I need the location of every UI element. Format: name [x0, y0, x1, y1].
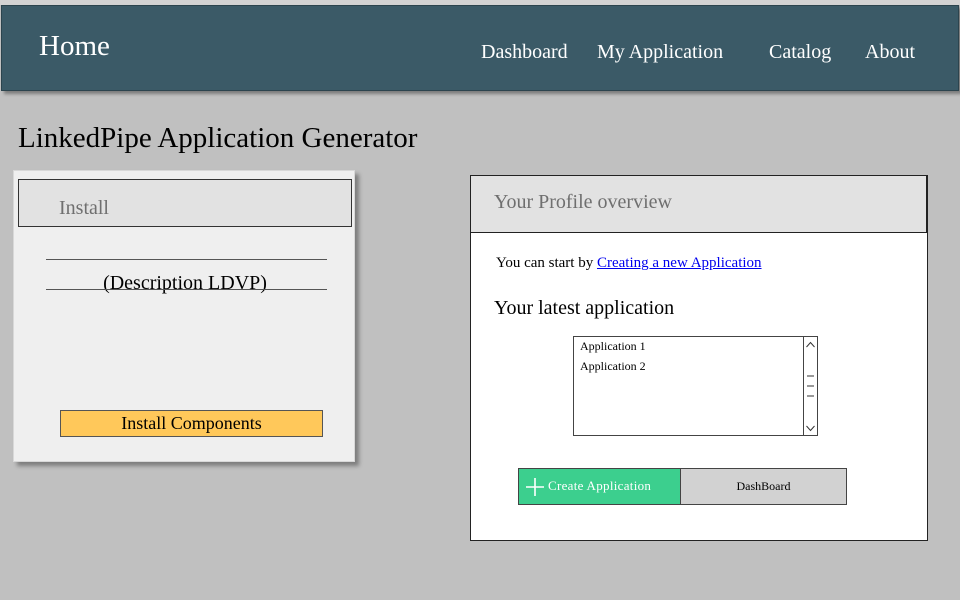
profile-overview-panel: Your Profile overview You can start by C…	[470, 175, 928, 541]
create-application-button[interactable]: Create Application	[518, 468, 682, 505]
create-new-application-link[interactable]: Creating a new Application	[597, 255, 762, 271]
install-components-button[interactable]: Install Components	[60, 410, 323, 437]
latest-application-heading: Your latest application	[494, 297, 675, 319]
plus-icon	[526, 478, 544, 496]
nav-link-about[interactable]: About	[865, 41, 915, 64]
application-list[interactable]: Application 1 Application 2	[573, 336, 818, 436]
list-scrollbar[interactable]	[803, 337, 817, 435]
dashboard-button[interactable]: DashBoard	[680, 468, 847, 505]
start-hint-prefix: You can start by	[496, 255, 597, 271]
nav-home-link[interactable]: Home	[39, 30, 110, 63]
page-title: LinkedPipe Application Generator	[18, 122, 418, 154]
install-panel-title: Install	[59, 197, 109, 219]
grip-lines-icon[interactable]	[806, 373, 815, 401]
nav-link-dashboard[interactable]: Dashboard	[481, 41, 568, 64]
profile-panel-title: Your Profile overview	[494, 191, 672, 213]
list-item-application-2[interactable]: Application 2	[580, 359, 646, 374]
nav-link-my-application[interactable]: My Application	[597, 41, 723, 64]
description-text: (Description LDVP)	[103, 272, 267, 294]
install-panel: Install (Description LDVP) Install Compo…	[13, 170, 355, 462]
chevron-down-icon[interactable]	[804, 422, 817, 434]
description-top-divider	[46, 259, 327, 260]
nav-link-catalog[interactable]: Catalog	[769, 41, 831, 64]
top-navbar: Home Dashboard My Application Catalog Ab…	[1, 5, 959, 91]
profile-panel-header: Your Profile overview	[471, 176, 927, 233]
install-panel-header: Install	[18, 179, 352, 227]
chevron-up-icon[interactable]	[804, 339, 817, 351]
list-item-application-1[interactable]: Application 1	[580, 339, 646, 354]
description-bottom-divider	[46, 289, 327, 290]
start-hint: You can start by Creating a new Applicat…	[496, 255, 762, 272]
create-application-label: Create Application	[548, 478, 652, 493]
